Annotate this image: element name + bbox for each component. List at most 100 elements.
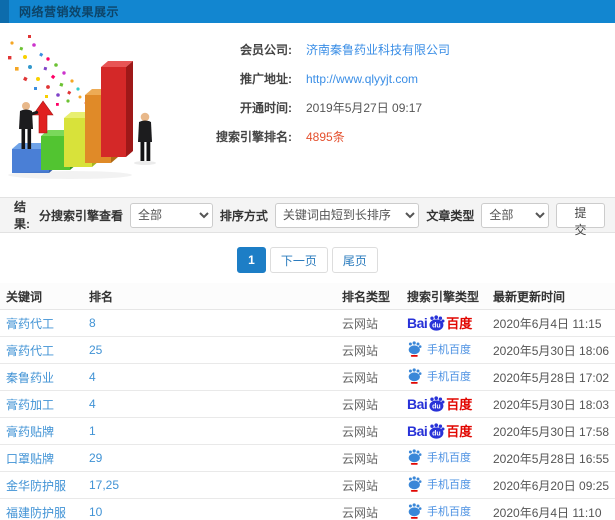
- mobile-baidu-text: 手机百度: [427, 478, 471, 491]
- table-row: 金华防护服 17,25 云网站 手机百度 2020年6月20日 09:25: [0, 472, 615, 499]
- updated-time: 2020年6月4日 11:10: [493, 505, 602, 520]
- businessman-right: [134, 112, 156, 165]
- baidu-cn-text: 百度: [446, 316, 473, 331]
- open-time-label: 开通时间:: [240, 101, 292, 115]
- page-title: 网络营销效果展示: [19, 5, 120, 19]
- article-type-select[interactable]: 全部: [481, 202, 549, 228]
- mobile-baidu-logo: 手机百度: [407, 367, 471, 384]
- mobile-baidu-text: 手机百度: [427, 343, 471, 356]
- table-row: 膏药代工 25 云网站 手机百度 2020年5月30日 18:06: [0, 337, 615, 364]
- rank-link[interactable]: 4: [89, 370, 96, 384]
- table-row: 秦鲁药业 4 云网站 手机百度 2020年5月28日 17:02: [0, 364, 615, 391]
- updated-time: 2020年5月30日 18:03: [493, 397, 610, 412]
- rank-type-value: 云网站: [342, 478, 379, 493]
- next-page-button[interactable]: 下一页: [269, 247, 328, 273]
- filter-bar: 结果: 分搜索引擎查看 全部 排序方式 关键词由短到长排序 文章类型 全部 提交: [0, 197, 615, 237]
- updated-time: 2020年6月4日 11:15: [493, 316, 602, 331]
- promo-url-link[interactable]: http://www.qlyyjt.com: [306, 72, 418, 86]
- baidu-logo: Bai du 百度: [407, 315, 473, 331]
- table-header: 关键词 排名 排名类型 搜索引擎类型 最新更新时间: [0, 283, 615, 310]
- keyword-link[interactable]: 膏药代工: [6, 317, 54, 331]
- keyword-link[interactable]: 秦鲁药业: [6, 371, 54, 385]
- rank-link[interactable]: 4: [89, 397, 96, 411]
- results-table: 关键词 排名 排名类型 搜索引擎类型 最新更新时间 膏药代工 8 云网站 Bai: [0, 283, 615, 520]
- updated-time: 2020年5月28日 17:02: [493, 370, 610, 385]
- member-profile: 会员公司: 济南秦鲁药业科技有限公司 推广地址: http://www.qlyy…: [180, 23, 615, 191]
- keyword-link[interactable]: 膏药代工: [6, 344, 54, 358]
- rank-link[interactable]: 8: [89, 316, 96, 330]
- rank-type-value: 云网站: [342, 505, 379, 520]
- up-arrow: [32, 100, 54, 134]
- col-rank: 排名: [89, 289, 114, 304]
- filter-controls: 分搜索引擎查看 全部 排序方式 关键词由短到长排序 文章类型 全部 提交: [39, 202, 605, 237]
- promo-url-label: 推广地址:: [240, 72, 292, 86]
- updated-time: 2020年5月28日 16:55: [493, 451, 610, 466]
- rank-type-value: 云网站: [342, 370, 379, 385]
- updated-time: 2020年5月30日 17:58: [493, 424, 610, 439]
- pagination: 1 下一页 尾页: [0, 247, 615, 273]
- baidu-paw-icon: du: [429, 423, 445, 439]
- rank-link[interactable]: 1: [89, 424, 96, 438]
- updated-time: 2020年6月20日 09:25: [493, 478, 610, 493]
- mobile-baidu-paw-icon: [408, 502, 422, 519]
- keyword-link[interactable]: 膏药贴牌: [6, 425, 54, 439]
- updated-time: 2020年5月30日 18:06: [493, 343, 610, 358]
- mobile-baidu-logo: 手机百度: [407, 448, 471, 465]
- col-engine-type: 搜索引擎类型: [407, 289, 480, 304]
- engine-rank-label: 搜索引擎排名:: [216, 130, 292, 144]
- sort-filter-label: 排序方式: [219, 208, 268, 223]
- keyword-link[interactable]: 口罩贴牌: [6, 452, 54, 466]
- rank-type-value: 云网站: [342, 424, 379, 439]
- rank-type-value: 云网站: [342, 343, 379, 358]
- col-keyword: 关键词: [6, 289, 43, 304]
- keyword-link[interactable]: 金华防护服: [6, 479, 66, 493]
- submit-button[interactable]: 提交: [555, 202, 605, 237]
- table-row: 膏药加工 4 云网站 Bai du 百度 2020年5月30日 18:03: [0, 391, 615, 418]
- result-label: 结果:: [14, 200, 30, 231]
- mobile-baidu-text: 手机百度: [427, 370, 471, 383]
- baidu-bai-text: Bai: [407, 423, 428, 439]
- top-section: 会员公司: 济南秦鲁药业科技有限公司 推广地址: http://www.qlyy…: [0, 23, 615, 191]
- mobile-baidu-logo: 手机百度: [407, 475, 471, 492]
- svg-text:du: du: [432, 323, 441, 330]
- table-row: 福建防护服 10 云网站 手机百度 2020年6月4日 11:10: [0, 499, 615, 520]
- sort-filter-select[interactable]: 关键词由短到长排序: [274, 202, 420, 228]
- baidu-cn-text: 百度: [446, 424, 473, 439]
- company-link[interactable]: 济南秦鲁药业科技有限公司: [306, 41, 450, 58]
- table-body: 膏药代工 8 云网站 Bai du 百度 2020年6月4日 11:15 膏药代…: [0, 310, 615, 520]
- table-row: 口罩贴牌 29 云网站 手机百度 2020年5月28日 16:55: [0, 445, 615, 472]
- mobile-baidu-paw-icon: [408, 367, 422, 384]
- company-label: 会员公司:: [240, 43, 292, 57]
- baidu-paw-icon: du: [429, 396, 445, 412]
- mobile-baidu-logo: 手机百度: [407, 502, 471, 519]
- engine-rank-count: 4895条: [306, 130, 345, 144]
- mobile-baidu-logo: 手机百度: [407, 340, 471, 357]
- page: 网络营销效果展示 会员公司: 济南秦鲁药业科技有限公司 推广地址: http:/…: [0, 0, 615, 520]
- svg-text:du: du: [432, 431, 441, 438]
- baidu-logo: Bai du 百度: [407, 423, 473, 439]
- engine-filter-select[interactable]: 全部: [129, 202, 213, 228]
- article-type-label: 文章类型: [426, 208, 475, 223]
- rank-link[interactable]: 25: [89, 343, 102, 357]
- keyword-link[interactable]: 膏药加工: [6, 398, 54, 412]
- rank-link[interactable]: 29: [89, 451, 102, 465]
- page-1-button[interactable]: 1: [237, 247, 266, 273]
- last-page-button[interactable]: 尾页: [331, 247, 378, 273]
- mobile-baidu-paw-icon: [408, 448, 422, 465]
- baidu-cn-text: 百度: [446, 397, 473, 412]
- growth-chart-illustration: [0, 29, 180, 189]
- rank-link[interactable]: 10: [89, 505, 102, 519]
- businessman-left: [19, 102, 39, 149]
- keyword-link[interactable]: 福建防护服: [6, 506, 66, 520]
- table-row: 膏药代工 8 云网站 Bai du 百度 2020年6月4日 11:15: [0, 310, 615, 337]
- col-rank-type: 排名类型: [342, 289, 391, 304]
- open-time-value: 2019年5月27日 09:17: [306, 101, 423, 115]
- bar-chart-image: [8, 35, 156, 179]
- rank-link[interactable]: 17,25: [89, 478, 119, 492]
- baidu-logo: Bai du 百度: [407, 396, 473, 412]
- rank-type-value: 云网站: [342, 397, 379, 412]
- confetti-dots: [8, 35, 88, 106]
- baidu-bai-text: Bai: [407, 396, 428, 412]
- baidu-bai-text: Bai: [407, 315, 428, 331]
- mobile-baidu-text: 手机百度: [427, 451, 471, 464]
